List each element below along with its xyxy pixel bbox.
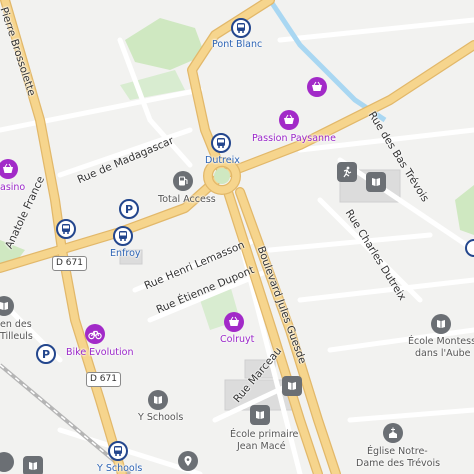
poi-label-ecole-primaire-2: Jean Macé bbox=[237, 441, 286, 452]
school-icon-sw[interactable] bbox=[23, 456, 43, 474]
bus-stop-y-schools-label: Y Schools bbox=[97, 463, 143, 474]
church-icon[interactable] bbox=[383, 423, 403, 443]
poi-label-y-schools: Y Schools bbox=[138, 412, 184, 423]
poi-label-tilleuls-1: en des bbox=[0, 319, 32, 330]
map-canvas[interactable]: Pierre Brossolette Rue de Madagascar Ana… bbox=[0, 0, 474, 474]
edge-transit-marker[interactable] bbox=[465, 239, 474, 257]
bus-stop-enfroy-icon[interactable] bbox=[113, 226, 133, 246]
bus-stop-dutreix-label: Dutreix bbox=[205, 155, 240, 166]
parking-icon-south[interactable]: P bbox=[36, 344, 56, 364]
bus-stop-west-icon[interactable] bbox=[56, 219, 76, 239]
bus-stop-enfroy-label: Enfroy bbox=[110, 248, 141, 259]
poi-label-total-access: Total Access bbox=[158, 194, 216, 205]
school-icon[interactable] bbox=[366, 172, 386, 192]
canal-water bbox=[267, 0, 387, 123]
poi-label-passion-paysanne: Passion Paysanne bbox=[252, 133, 336, 144]
poi-label-eglise-1: Église Notre- bbox=[367, 446, 428, 457]
poi-label-tilleuls-2: Tilleuls bbox=[0, 331, 33, 342]
bus-stop-dutreix-icon[interactable] bbox=[211, 133, 231, 153]
map-pin-icon[interactable] bbox=[178, 451, 198, 471]
poi-label-bike-evolution: Bike Evolution bbox=[66, 347, 134, 358]
school-icon-montessori[interactable] bbox=[431, 314, 451, 334]
route-shield-d671: D 671 bbox=[52, 256, 87, 271]
school-icon-ecole-primaire[interactable] bbox=[250, 405, 270, 425]
poi-label-casino: asino bbox=[0, 182, 26, 193]
poi-label-ecole-primaire-1: École primaire bbox=[230, 429, 299, 440]
poi-label-eglise-2: Dame des Trévois bbox=[356, 458, 441, 469]
poi-label-montessori-1: École Montessori bbox=[408, 336, 474, 347]
bus-stop-pont-blanc-label: Pont Blanc bbox=[212, 39, 263, 50]
school-icon-building[interactable] bbox=[282, 376, 302, 396]
poi-label-montessori-2: dans l'Aube bbox=[415, 348, 471, 359]
shopping-basket-icon-colruyt[interactable] bbox=[224, 312, 244, 332]
parking-icon[interactable]: P bbox=[119, 199, 139, 219]
poi-label-colruyt: Colruyt bbox=[220, 334, 255, 345]
shopping-basket-icon-passion[interactable] bbox=[279, 110, 299, 130]
park-area-4 bbox=[455, 185, 474, 235]
shopping-basket-icon[interactable] bbox=[307, 77, 327, 97]
school-icon-y-schools[interactable] bbox=[148, 390, 168, 410]
bicycle-icon[interactable] bbox=[85, 324, 105, 344]
fuel-icon[interactable] bbox=[173, 171, 193, 191]
route-shield-d671-south: D 671 bbox=[86, 372, 121, 387]
bus-stop-y-schools-icon[interactable] bbox=[108, 441, 128, 461]
bus-stop-pont-blanc-icon[interactable] bbox=[231, 18, 251, 38]
sports-icon[interactable] bbox=[337, 162, 357, 182]
